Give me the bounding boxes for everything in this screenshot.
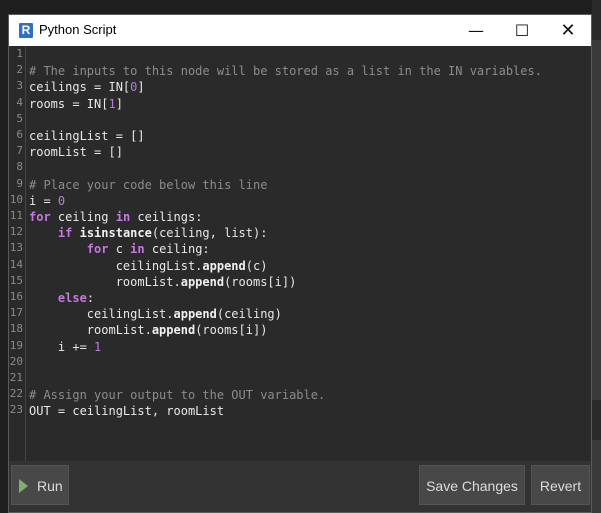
code-line[interactable]: # Place your code below this line	[29, 177, 267, 193]
line-number: 15	[9, 273, 23, 287]
line-number: 21	[9, 371, 23, 384]
code-line[interactable]: # Assign your output to the OUT variable…	[29, 387, 325, 403]
line-number: 2	[16, 63, 23, 77]
line-number: 9	[16, 176, 23, 190]
line-number: 7	[16, 144, 23, 158]
code-line[interactable]: ceilingList.append(c)	[29, 258, 268, 274]
code-line[interactable]: OUT = ceilingList, roomList	[29, 403, 224, 419]
save-changes-button[interactable]: Save Changes	[419, 465, 525, 505]
play-icon	[19, 479, 28, 493]
revert-button[interactable]: Revert	[531, 465, 590, 505]
line-number: 1	[16, 47, 23, 60]
line-number: 23	[9, 403, 23, 417]
line-number: 5	[16, 111, 23, 125]
code-line[interactable]: roomList.append(rooms[i])	[29, 274, 297, 290]
code-line[interactable]: roomList = []	[29, 144, 123, 160]
window-title: Python Script	[39, 22, 117, 37]
code-line[interactable]: roomList.append(rooms[i])	[29, 322, 268, 338]
line-number: 6	[16, 128, 23, 141]
code-editor[interactable]: 1 2 3 4 5 6 7 8 9 10 11 12 13 14 15 16 17 18 19 20 21 22 23 # …	[9, 46, 591, 461]
background-app-edge	[592, 0, 601, 513]
python-script-window: R Python Script — ☐ ✕ 1 2 3 4 5 6 7 8 9 10 11 12 13 1…	[8, 14, 592, 513]
line-number: 19	[9, 338, 23, 352]
line-number: 14	[9, 257, 23, 271]
close-button[interactable]: ✕	[545, 15, 591, 46]
line-number-gutter: 1 2 3 4 5 6 7 8 9 10 11 12 13 14 15 16 17 18 19 20 21 22 23	[9, 46, 26, 461]
action-bar: Run Save Changes Revert	[9, 461, 591, 512]
code-line[interactable]: for c in ceiling:	[29, 241, 210, 257]
code-line[interactable]: ceilings = IN[0]	[29, 79, 145, 95]
code-line[interactable]: # The inputs to this node will be stored…	[29, 63, 542, 79]
line-number: 20	[9, 354, 23, 368]
code-line[interactable]: rooms = IN[1]	[29, 96, 123, 112]
line-number: 12	[9, 225, 23, 239]
code-line[interactable]: else:	[29, 290, 94, 306]
code-line[interactable]: i += 1	[29, 339, 101, 355]
run-button[interactable]: Run	[11, 465, 69, 505]
line-number: 17	[9, 306, 23, 320]
line-number: 13	[9, 241, 23, 255]
title-bar[interactable]: R Python Script — ☐ ✕	[9, 15, 591, 46]
code-line[interactable]: if isinstance(ceiling, list):	[29, 225, 268, 241]
line-number: 8	[16, 160, 23, 174]
maximize-button[interactable]: ☐	[499, 15, 545, 46]
line-number: 18	[9, 322, 23, 336]
minimize-button[interactable]: —	[453, 15, 499, 46]
line-number: 4	[16, 95, 23, 109]
line-number: 22	[9, 387, 23, 401]
revit-app-icon: R	[19, 23, 33, 38]
line-number: 11	[9, 209, 23, 222]
code-line[interactable]: for ceiling in ceilings:	[29, 209, 202, 225]
line-number: 16	[9, 290, 23, 303]
code-line[interactable]: ceilingList.append(ceiling)	[29, 306, 282, 322]
code-line[interactable]: ceilingList = []	[29, 128, 145, 144]
line-number: 10	[9, 192, 23, 206]
code-line[interactable]: i = 0	[29, 193, 65, 209]
line-number: 3	[16, 79, 23, 93]
run-button-label: Run	[37, 478, 63, 494]
